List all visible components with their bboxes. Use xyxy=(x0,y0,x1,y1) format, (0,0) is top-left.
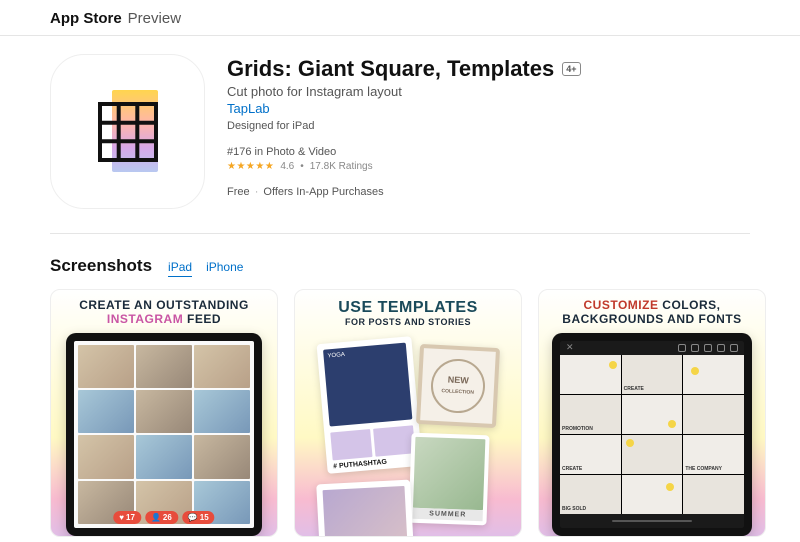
app-icon xyxy=(50,54,205,209)
tab-ipad[interactable]: iPad xyxy=(168,260,192,277)
app-subtitle: Cut photo for Instagram layout xyxy=(227,84,750,99)
editor-grid: CREATE PROMOTION CREATE THE COMPANY BIG … xyxy=(560,355,744,514)
app-info: Grids: Giant Square, Templates 4+ Cut ph… xyxy=(227,54,750,198)
price-row: Free · Offers In-App Purchases xyxy=(227,186,750,198)
close-icon: ✕ xyxy=(566,342,574,353)
ss2-line1: USE TEMPLATES xyxy=(338,298,478,317)
screenshot-2[interactable]: USE TEMPLATES FOR POSTS AND STORIES YOGA… xyxy=(294,289,522,537)
developer-link[interactable]: TapLab xyxy=(227,101,270,116)
comments-pill: 💬15 xyxy=(182,511,215,524)
editor-bottom-bar xyxy=(560,514,744,528)
tool-icon xyxy=(691,344,699,352)
likes-pill: ♥17 xyxy=(113,511,141,524)
tool-icon xyxy=(717,344,725,352)
tablet-frame-editor: ✕ CREATE xyxy=(552,333,752,536)
top-bar: App Store Preview xyxy=(0,0,800,36)
section-title-screenshots: Screenshots xyxy=(50,256,152,276)
tool-icon xyxy=(704,344,712,352)
tablet-frame: ♥17 👤26 💬15 xyxy=(66,333,262,536)
age-badge: 4+ xyxy=(562,62,580,76)
editor-toolbar: ✕ xyxy=(560,341,744,355)
brand-label: App Store xyxy=(50,10,122,27)
users-pill: 👤26 xyxy=(145,511,178,524)
tool-icon xyxy=(678,344,686,352)
screenshots-section: Screenshots iPad iPhone CREATE AN OUTSTA… xyxy=(50,256,750,537)
screenshot-1[interactable]: CREATE AN OUTSTANDING INSTAGRAM FEED ♥17 xyxy=(50,289,278,537)
grid-icon xyxy=(96,100,160,164)
ss3-line2: BACKGROUNDS AND FONTS xyxy=(562,312,741,326)
main-content: Grids: Giant Square, Templates 4+ Cut ph… xyxy=(0,36,800,537)
template-cards: YOGA # PUTHASHTAG NEWCOLLECTION SUMMER xyxy=(310,334,506,534)
ss3-line1b: COLORS, xyxy=(658,298,720,312)
tab-iphone[interactable]: iPhone xyxy=(206,260,243,277)
designed-for: Designed for iPad xyxy=(227,120,750,132)
rating-separator: • xyxy=(300,161,304,172)
rating-value: 4.6 xyxy=(280,161,294,172)
price-label: Free xyxy=(227,186,250,198)
screenshot-3[interactable]: CUSTOMIZE COLORS, BACKGROUNDS AND FONTS … xyxy=(538,289,766,537)
ss2-line2: FOR POSTS AND STORIES xyxy=(338,317,478,328)
rating-row: ★★★★★ 4.6 • 17.8K Ratings xyxy=(227,161,750,172)
ss1-line1: CREATE AN OUTSTANDING xyxy=(79,298,249,312)
device-tabs: iPad iPhone xyxy=(168,260,243,277)
screenshot-row: CREATE AN OUTSTANDING INSTAGRAM FEED ♥17 xyxy=(50,289,750,537)
preview-label: Preview xyxy=(128,10,181,27)
category-rank: #176 in Photo & Video xyxy=(227,146,750,158)
ss1-line2b: FEED xyxy=(183,312,221,326)
slider xyxy=(612,520,692,522)
engagement-pills: ♥17 👤26 💬15 xyxy=(113,511,214,524)
rating-count: 17.8K Ratings xyxy=(310,161,373,172)
ss3-line1a: CUSTOMIZE xyxy=(584,298,659,312)
app-header: Grids: Giant Square, Templates 4+ Cut ph… xyxy=(50,54,750,234)
iap-label: Offers In-App Purchases xyxy=(263,186,383,198)
tool-icon xyxy=(730,344,738,352)
ss1-line2a: INSTAGRAM xyxy=(107,312,183,326)
app-title: Grids: Giant Square, Templates xyxy=(227,56,554,82)
star-icons: ★★★★★ xyxy=(227,161,274,172)
